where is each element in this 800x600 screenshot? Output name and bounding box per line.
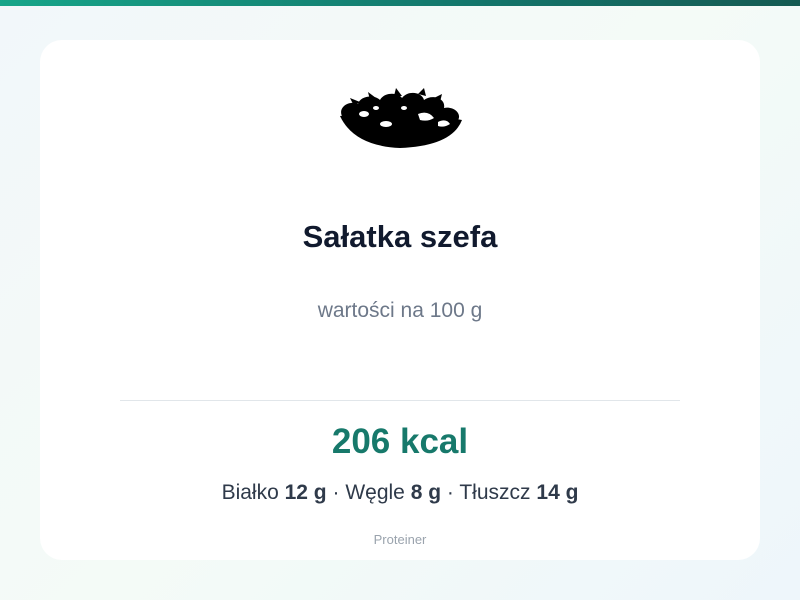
carbs-label: Węgle	[345, 481, 405, 504]
dish-title: Sałatka szefa	[302, 219, 498, 254]
protein-label: Białko	[221, 481, 279, 504]
macros-row: Białko 12 g · Węgle 8 g · Tłuszcz 14 g	[0, 480, 800, 506]
protein-value: 12 g	[284, 481, 327, 504]
macro-separator: ·	[446, 481, 454, 504]
carbs-value: 8 g	[410, 481, 442, 504]
salad-bowl-icon	[340, 88, 462, 148]
fat-label: Tłuszcz	[459, 481, 531, 504]
brand-footer: Proteiner	[373, 532, 427, 547]
fat-value: 14 g	[536, 481, 579, 504]
serving-basis-label: wartości na 100 g	[317, 299, 483, 322]
divider	[120, 400, 680, 401]
calories-value: 206 kcal	[331, 422, 469, 461]
top-accent-bar	[0, 0, 800, 6]
macro-separator: ·	[332, 481, 340, 504]
